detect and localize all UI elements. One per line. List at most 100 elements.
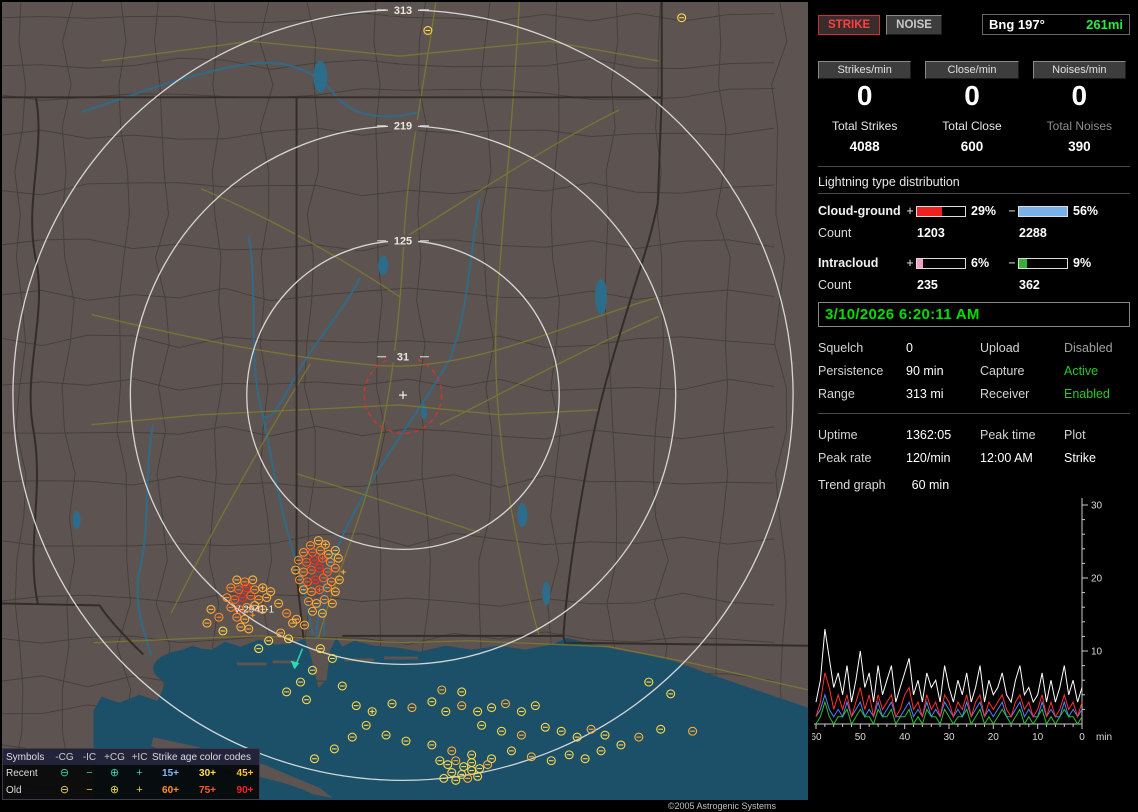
legend-symbols-label: Symbols [6, 752, 52, 763]
close-per-min-box: Close/min 0 [925, 61, 1018, 111]
ic-negative-count: 362 [1006, 278, 1106, 292]
upload-value: Disabled [1064, 341, 1130, 355]
ic-positive-bar [916, 258, 966, 269]
tracked-cell-label: V-2941-1 [234, 604, 275, 615]
intracloud-row: Intracloud + 6% − 9% [818, 256, 1130, 270]
legend-recent-label: Recent [6, 768, 52, 779]
noises-per-min-box: Noises/min 0 [1033, 61, 1126, 111]
map-panel: 313 219 125 31 V-2941-1 Symbols -CG -IC +CG … [0, 0, 810, 812]
lightning-map[interactable]: 313 219 125 31 V-2941-1 [2, 2, 808, 800]
svg-text:60: 60 [812, 732, 822, 743]
distribution-title: Lightning type distribution [818, 175, 1130, 194]
minus-icon: − [77, 768, 102, 779]
trend-graph-row: Trend graph 60 min [818, 478, 1130, 492]
minus-sign: − [1006, 256, 1018, 270]
total-strikes: Total Strikes 4088 [818, 119, 911, 154]
strike-toggle-button[interactable]: STRIKE [818, 15, 880, 35]
legend-age-header: Strike age color codes [152, 752, 256, 763]
control-panel: STRIKE NOISE Bng 197° 261mi Strikes/min … [810, 0, 1138, 812]
cg-negative-pct: 56% [1068, 204, 1100, 218]
bearing-label: Bng 197° [989, 17, 1045, 32]
lightning-detector-window: 313 219 125 31 V-2941-1 Symbols -CG -IC +CG … [0, 0, 1138, 812]
count-label: Count [818, 278, 904, 292]
cloud-ground-label: Cloud-ground [818, 204, 904, 218]
plus-sign: + [904, 204, 916, 218]
svg-text:125: 125 [394, 236, 412, 248]
cg-negative-bar [1018, 206, 1068, 217]
circle-minus-icon: ⊖ [52, 768, 77, 779]
plus-sign: + [904, 256, 916, 270]
intracloud-count-row: Count 235 362 [818, 278, 1130, 292]
age-code-75: 75+ [189, 785, 226, 796]
strike-legend: Symbols -CG -IC +CG +IC Strike age color… [2, 748, 260, 800]
total-strikes-label: Total Strikes [818, 119, 911, 133]
ic-positive-count: 235 [904, 278, 1006, 292]
svg-text:30: 30 [1091, 501, 1103, 512]
age-code-30: 30+ [189, 768, 226, 779]
svg-text:40: 40 [899, 732, 911, 743]
svg-text:min: min [1096, 732, 1112, 743]
copyright-text: ©2005 Astrogenic Systems [668, 801, 776, 811]
mode-toolbar: STRIKE NOISE Bng 197° 261mi [818, 14, 1130, 35]
peak-rate-value: 120/min [906, 451, 980, 465]
trend-graph-label: Trend graph [818, 478, 886, 492]
legend-col-pos-ic: +IC [127, 752, 152, 763]
ic-negative-bar [1018, 258, 1068, 269]
svg-text:20: 20 [1091, 574, 1103, 585]
rate-boxes: Strikes/min 0 Close/min 0 Noises/min 0 [818, 61, 1126, 111]
divider [818, 166, 1130, 167]
capture-label: Capture [980, 364, 1064, 378]
age-code-15: 15+ [152, 768, 189, 779]
cloud-ground-row: Cloud-ground + 29% − 56% [818, 204, 1130, 218]
cloud-ground-count-row: Count 1203 2288 [818, 226, 1130, 240]
strikes-per-min-value: 0 [818, 81, 911, 111]
total-close-label: Total Close [925, 119, 1018, 133]
receiver-label: Receiver [980, 387, 1064, 401]
trend-graph-chart: 1020300102030405060min [812, 496, 1134, 748]
svg-text:20: 20 [988, 732, 1000, 743]
squelch-label: Squelch [818, 341, 906, 355]
svg-text:31: 31 [397, 352, 409, 364]
legend-header: Symbols -CG -IC +CG +IC Strike age color… [3, 749, 259, 765]
cg-positive-bar [916, 206, 966, 217]
legend-old-label: Old [6, 785, 52, 796]
plot-label: Plot [1064, 428, 1130, 442]
legend-row-old: Old ⊖ − ⊕ + 60+ 75+ 90+ [3, 782, 259, 799]
totals-row: Total Strikes 4088 Total Close 600 Total… [818, 119, 1126, 154]
divider [818, 413, 1130, 414]
noise-toggle-button[interactable]: NOISE [886, 15, 942, 35]
svg-text:50: 50 [855, 732, 867, 743]
status-grid: Uptime 1362:05 Peak time Plot Peak rate … [818, 428, 1130, 465]
ic-negative-pct: 9% [1068, 256, 1100, 270]
plus-icon: + [127, 768, 152, 779]
noises-per-min-value: 0 [1033, 81, 1126, 111]
svg-text:219: 219 [394, 121, 412, 133]
svg-text:313: 313 [394, 5, 412, 17]
noises-per-min-button[interactable]: Noises/min [1033, 61, 1126, 79]
close-per-min-button[interactable]: Close/min [925, 61, 1018, 79]
legend-col-pos-cg: +CG [102, 752, 127, 763]
peak-rate-label: Peak rate [818, 451, 906, 465]
capture-value: Active [1064, 364, 1130, 378]
strikes-per-min-box: Strikes/min 0 [818, 61, 911, 111]
upload-label: Upload [980, 341, 1064, 355]
uptime-label: Uptime [818, 428, 906, 442]
age-code-90: 90+ [226, 785, 264, 796]
minus-sign: − [1006, 204, 1018, 218]
settings-grid: Squelch 0 Upload Disabled Persistence 90… [818, 341, 1130, 401]
bearing-distance: 261mi [1086, 17, 1123, 32]
squelch-value: 0 [906, 341, 980, 355]
receiver-value: Enabled [1064, 387, 1130, 401]
total-noises-label: Total Noises [1033, 119, 1126, 133]
plus-icon: + [127, 785, 152, 796]
plot-value: Strike [1064, 451, 1130, 465]
svg-text:0: 0 [1079, 732, 1085, 743]
trend-graph-value: 60 min [912, 478, 950, 492]
bearing-display: Bng 197° 261mi [982, 14, 1130, 35]
total-close: Total Close 600 [925, 119, 1018, 154]
total-noises-value: 390 [1033, 139, 1126, 154]
legend-col-neg-cg: -CG [52, 752, 77, 763]
legend-col-neg-ic: -IC [77, 752, 102, 763]
svg-text:10: 10 [1032, 732, 1044, 743]
strikes-per-min-button[interactable]: Strikes/min [818, 61, 911, 79]
